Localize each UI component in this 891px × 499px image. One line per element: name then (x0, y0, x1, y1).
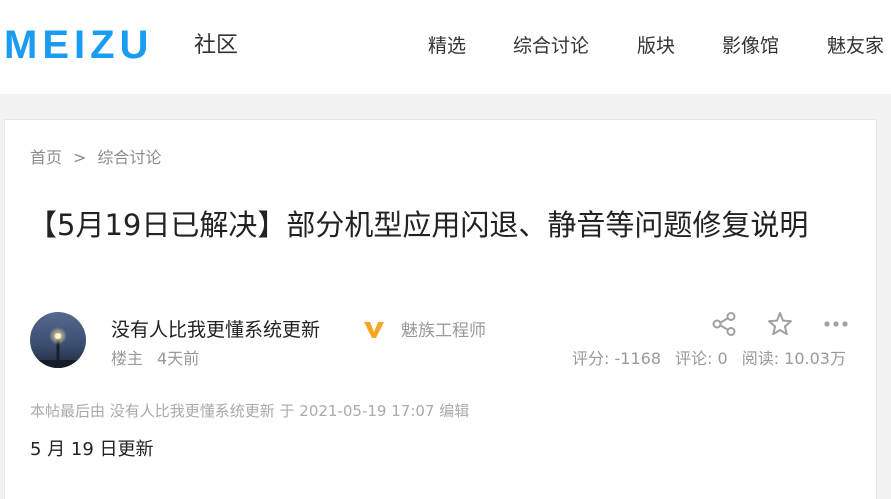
author-role: 魅族工程师 (401, 321, 486, 341)
post-meta: 楼主 4天前 (111, 348, 199, 370)
author-name[interactable]: 没有人比我更懂系统更新 (111, 317, 320, 343)
post-stats: 评分: -1168 评论: 0 阅读: 10.03万 (572, 348, 846, 370)
edited-note: 本帖最后由 没有人比我更懂系统更新 于 2021-05-19 17:07 编辑 (30, 402, 470, 420)
site-header: MEIZU 社区 精选 综合讨论 版块 影像馆 魅友家 (0, 0, 891, 94)
avatar[interactable] (30, 312, 86, 368)
breadcrumb-section[interactable]: 综合讨论 (97, 148, 161, 167)
comments-stat: 评论: 0 (675, 349, 728, 368)
share-icon[interactable] (710, 310, 738, 338)
reads-stat: 阅读: 10.03万 (741, 349, 846, 368)
post-card: 首页 > 综合讨论 【5月19日已解决】部分机型应用闪退、静音等问题修复说明 没… (4, 119, 877, 499)
breadcrumb-separator: > (73, 148, 87, 167)
meizu-logo[interactable]: MEIZU (4, 25, 153, 65)
post-content-line: 5 月 19 日更新 (30, 439, 154, 460)
nav-item-discussion[interactable]: 综合讨论 (513, 33, 589, 59)
more-icon[interactable] (822, 310, 850, 338)
post-title: 【5月19日已解决】部分机型应用闪退、静音等问题修复说明 (28, 208, 809, 242)
star-icon[interactable] (766, 310, 794, 338)
nav-item-boards[interactable]: 版块 (637, 33, 675, 59)
nav-item-featured[interactable]: 精选 (428, 33, 466, 59)
floor-label: 楼主 (111, 349, 144, 368)
post-time: 4天前 (157, 349, 200, 368)
logo-community-label[interactable]: 社区 (194, 32, 238, 60)
score-stat: 评分: -1168 (572, 349, 662, 368)
nav-item-fans-home[interactable]: 魅友家 (827, 33, 884, 59)
breadcrumb-home[interactable]: 首页 (30, 148, 62, 167)
breadcrumb: 首页 > 综合讨论 (30, 147, 161, 169)
nav-item-gallery[interactable]: 影像馆 (722, 33, 779, 59)
v-verified-icon (363, 320, 385, 340)
